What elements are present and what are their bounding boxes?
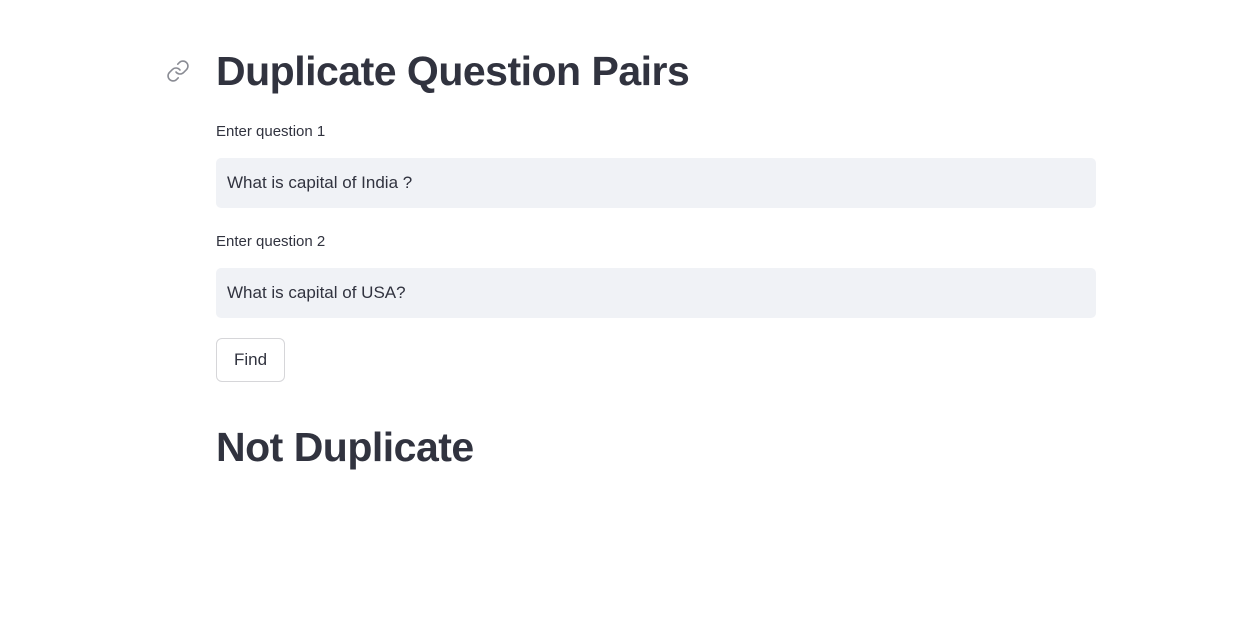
- question2-input[interactable]: [216, 268, 1096, 318]
- link-icon[interactable]: [166, 59, 190, 83]
- title-row: Duplicate Question Pairs: [167, 44, 1096, 100]
- find-button[interactable]: Find: [216, 338, 285, 382]
- question1-input[interactable]: [216, 158, 1096, 208]
- question1-label: Enter question 1: [216, 123, 326, 140]
- result-heading: Not Duplicate: [216, 424, 474, 470]
- page-title: Duplicate Question Pairs: [216, 48, 690, 94]
- question2-label: Enter question 2: [216, 233, 326, 250]
